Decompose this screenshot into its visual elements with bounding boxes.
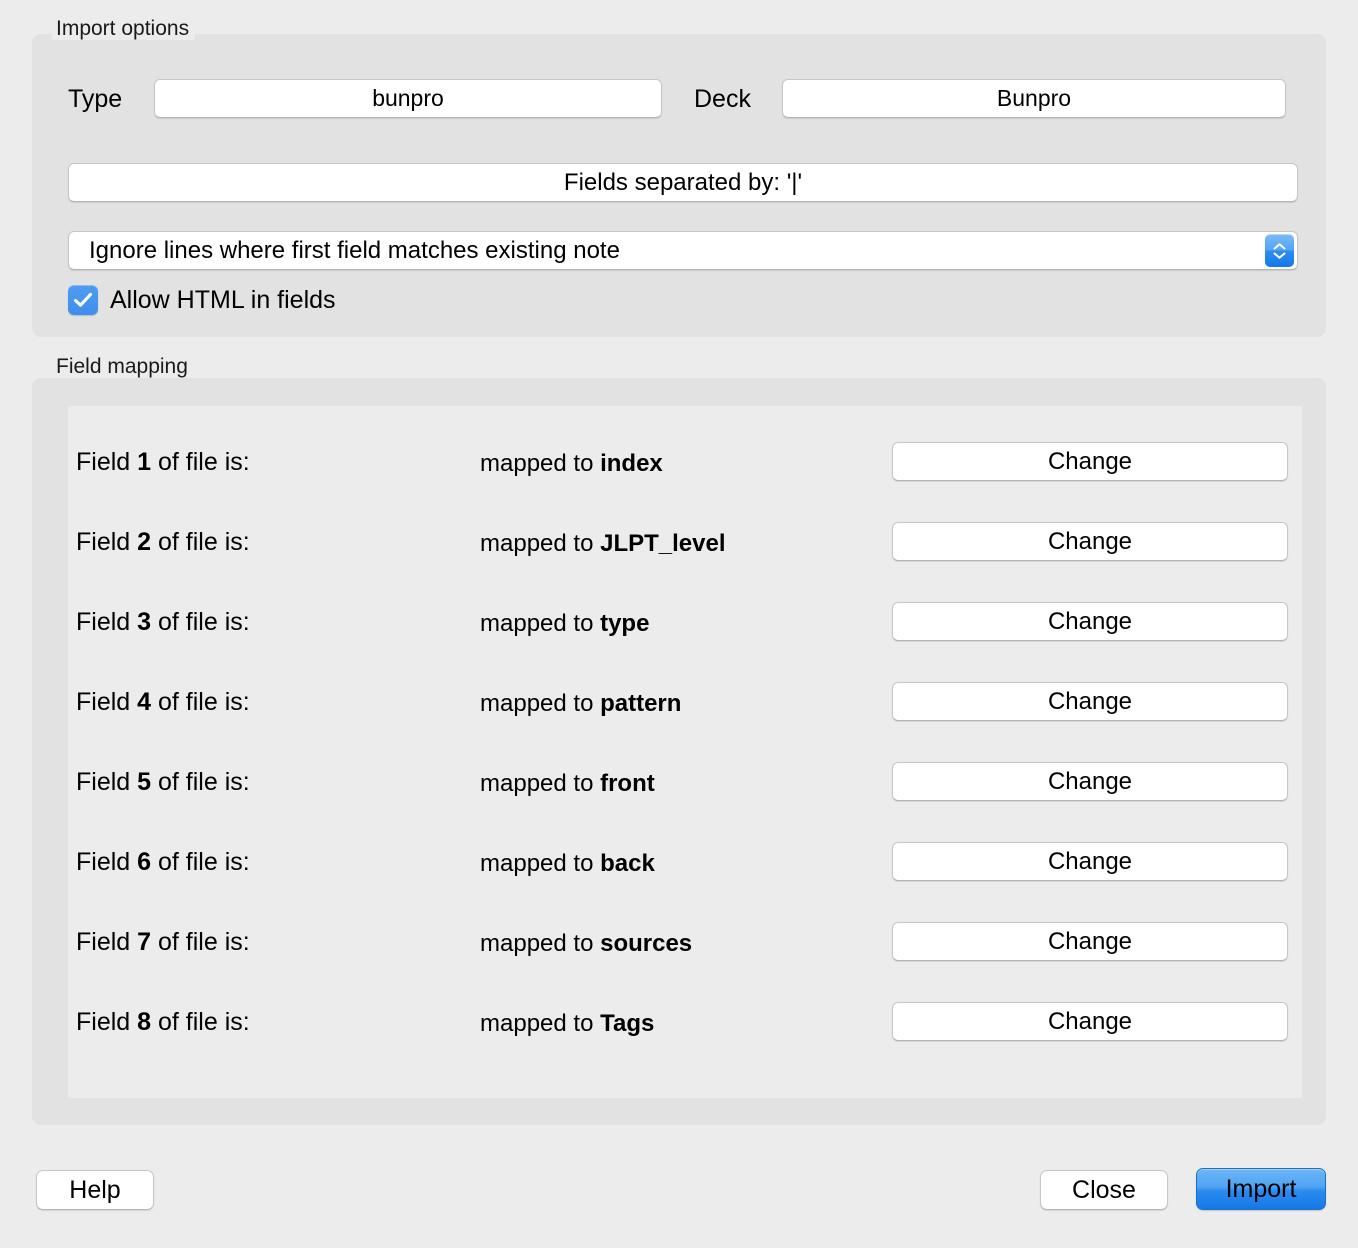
field-mapping-row: Field 3 of file is: mapped to type Change <box>68 580 1302 660</box>
field-index-label: Field 1 of file is: <box>76 448 250 477</box>
field-index-label: Field 2 of file is: <box>76 528 250 557</box>
deck-label: Deck <box>694 85 751 113</box>
mapped-to-prefix: mapped to <box>480 770 601 797</box>
field-mapping-row: Field 8 of file is: mapped to Tags Change <box>68 980 1302 1060</box>
field-label-suffix: of file is: <box>151 1008 250 1036</box>
field-mapping-row: Field 6 of file is: mapped to back Change <box>68 820 1302 900</box>
field-index-label: Field 5 of file is: <box>76 768 250 797</box>
field-mapping-scroll-panel: Field 1 of file is: mapped to index Change… <box>68 406 1302 1098</box>
field-index-label: Field 8 of file is: <box>76 1008 250 1037</box>
field-label-suffix: of file is: <box>151 768 250 796</box>
field-label-prefix: Field <box>76 928 138 956</box>
mapped-target-name: back <box>600 850 655 877</box>
mapped-target-label: mapped to type <box>480 610 649 638</box>
field-number: 3 <box>137 608 152 636</box>
mapped-target-name: index <box>600 450 663 477</box>
field-index-label: Field 6 of file is: <box>76 848 250 877</box>
allow-html-checkbox[interactable] <box>68 285 98 315</box>
mapped-target-label: mapped to Tags <box>480 1010 654 1038</box>
field-label-suffix: of file is: <box>151 848 250 876</box>
change-mapping-button[interactable]: Change <box>892 842 1288 881</box>
field-label-prefix: Field <box>76 688 138 716</box>
mapped-to-prefix: mapped to <box>480 530 601 557</box>
type-label: Type <box>68 85 123 113</box>
check-icon <box>73 292 93 307</box>
import-button[interactable]: Import <box>1196 1168 1326 1210</box>
field-label-prefix: Field <box>76 1008 138 1036</box>
mapped-target-name: pattern <box>600 690 682 717</box>
field-mapping-row: Field 1 of file is: mapped to index Change <box>68 420 1302 500</box>
deck-button[interactable]: Bunpro <box>782 79 1286 118</box>
field-index-label: Field 3 of file is: <box>76 608 250 637</box>
field-mapping-row: Field 7 of file is: mapped to sources Chan… <box>68 900 1302 980</box>
field-number: 7 <box>137 928 152 956</box>
change-mapping-button[interactable]: Change <box>892 682 1288 721</box>
field-number: 4 <box>137 688 152 716</box>
mapped-to-prefix: mapped to <box>480 610 601 637</box>
change-mapping-button[interactable]: Change <box>892 602 1288 641</box>
field-number: 1 <box>137 448 152 476</box>
mapped-target-name: Tags <box>600 1010 655 1037</box>
note-type-button[interactable]: bunpro <box>154 79 662 118</box>
import-mode-selected-value: Ignore lines where first field matches e… <box>89 236 620 264</box>
field-mapping-row: Field 4 of file is: mapped to pattern Chan… <box>68 660 1302 740</box>
field-label-suffix: of file is: <box>151 528 250 556</box>
mapped-to-prefix: mapped to <box>480 850 601 877</box>
chevron-up-icon <box>1273 242 1286 249</box>
field-label-prefix: Field <box>76 448 138 476</box>
field-label-suffix: of file is: <box>151 448 250 476</box>
field-label-prefix: Field <box>76 848 138 876</box>
field-index-label: Field 4 of file is: <box>76 688 250 717</box>
import-mode-select[interactable]: Ignore lines where first field matches e… <box>68 231 1298 270</box>
mapped-to-prefix: mapped to <box>480 1010 601 1037</box>
change-mapping-button[interactable]: Change <box>892 522 1288 561</box>
allow-html-label: Allow HTML in fields <box>110 285 336 314</box>
change-mapping-button[interactable]: Change <box>892 922 1288 961</box>
field-number: 5 <box>137 768 152 796</box>
field-mapping-group-title: Field mapping <box>52 356 194 378</box>
mapped-to-prefix: mapped to <box>480 450 601 477</box>
allow-html-checkbox-row[interactable]: Allow HTML in fields <box>68 285 336 315</box>
mapped-target-label: mapped to pattern <box>480 690 681 718</box>
mapped-target-name: sources <box>600 930 693 957</box>
field-label-suffix: of file is: <box>151 688 250 716</box>
chevron-down-icon <box>1273 252 1286 259</box>
mapped-target-name: type <box>600 610 650 637</box>
change-mapping-button[interactable]: Change <box>892 762 1288 801</box>
field-separator-button[interactable]: Fields separated by: '|' <box>68 163 1298 202</box>
combo-stepper-arrows[interactable] <box>1265 234 1294 267</box>
field-label-prefix: Field <box>76 608 138 636</box>
mapped-target-label: mapped to JLPT_level <box>480 530 726 558</box>
field-index-label: Field 7 of file is: <box>76 928 250 957</box>
mapped-target-label: mapped to back <box>480 850 655 878</box>
change-mapping-button[interactable]: Change <box>892 1002 1288 1041</box>
mapped-target-label: mapped to index <box>480 450 663 478</box>
field-number: 6 <box>137 848 152 876</box>
field-label-suffix: of file is: <box>151 928 250 956</box>
mapped-to-prefix: mapped to <box>480 930 601 957</box>
mapped-target-label: mapped to sources <box>480 930 692 958</box>
help-button[interactable]: Help <box>36 1170 154 1210</box>
field-mapping-row: Field 5 of file is: mapped to front Change <box>68 740 1302 820</box>
field-label-prefix: Field <box>76 528 138 556</box>
mapped-target-label: mapped to front <box>480 770 655 798</box>
field-label-suffix: of file is: <box>151 608 250 636</box>
mapped-target-name: front <box>600 770 655 797</box>
field-number: 8 <box>137 1008 152 1036</box>
close-button[interactable]: Close <box>1040 1170 1168 1210</box>
field-number: 2 <box>137 528 152 556</box>
change-mapping-button[interactable]: Change <box>892 442 1288 481</box>
mapped-to-prefix: mapped to <box>480 690 601 717</box>
mapped-target-name: JLPT_level <box>600 530 726 557</box>
import-options-group-title: Import options <box>52 18 196 40</box>
field-mapping-row: Field 2 of file is: mapped to JLPT_level C… <box>68 500 1302 580</box>
field-label-prefix: Field <box>76 768 138 796</box>
